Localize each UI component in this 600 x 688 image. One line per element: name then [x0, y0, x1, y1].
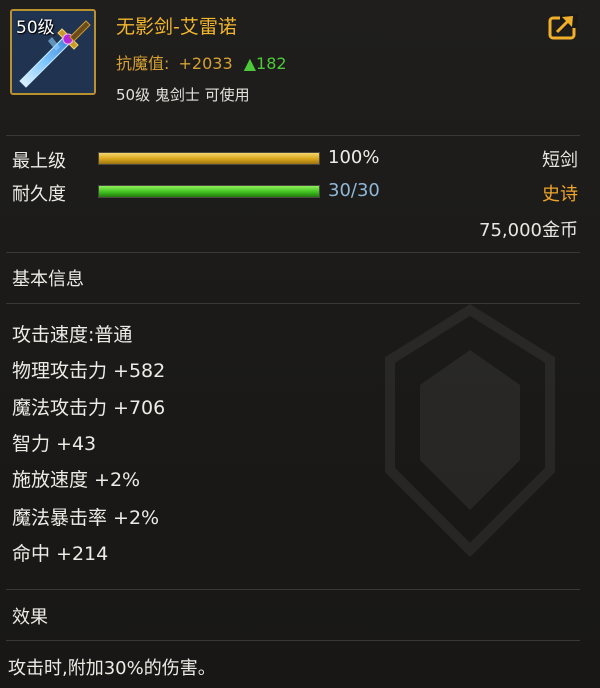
stat-hit-rate: 命中 +214 — [12, 543, 109, 565]
stat-intelligence: 智力 +43 — [12, 433, 97, 455]
divider-stats — [6, 303, 580, 304]
divider-basic — [6, 252, 580, 253]
item-name: 无影剑-艾雷诺 — [116, 16, 237, 38]
item-tooltip-panel: 50级 无影剑-艾雷诺 抗魔值: +2033 ▲182 50级 鬼剑士 可使用 … — [0, 0, 600, 688]
stat-magic-attack: 魔法攻击力 +706 — [12, 397, 166, 419]
divider-top — [6, 135, 580, 136]
magic-resist-value: +2033 — [178, 54, 233, 73]
item-icon-frame[interactable]: 50级 — [10, 9, 96, 95]
stat-magic-crit: 魔法暴击率 +2% — [12, 507, 160, 529]
stat-attack-speed: 攻击速度:普通 — [12, 324, 133, 346]
durability-label: 耐久度 — [12, 184, 66, 205]
stat-cast-speed: 施放速度 +2% — [12, 469, 141, 491]
effect-description: 攻击时,附加30%的伤害。 — [8, 658, 216, 679]
basic-info-title: 基本信息 — [12, 269, 84, 290]
magic-resist-delta: ▲182 — [243, 54, 287, 73]
durability-value: 30/30 — [328, 180, 380, 201]
effect-title: 效果 — [12, 607, 48, 628]
grade-label: 最上级 — [12, 151, 66, 172]
grade-bar — [98, 152, 320, 165]
grade-value: 100% — [328, 147, 380, 168]
divider-effect — [6, 589, 580, 590]
share-icon[interactable] — [548, 14, 578, 40]
item-level-badge: 50级 — [16, 18, 55, 38]
item-requirement: 50级 鬼剑士 可使用 — [116, 86, 250, 104]
grade-bar-fill — [99, 153, 319, 164]
watermark-emblem — [385, 304, 555, 558]
stat-physical-attack: 物理攻击力 +582 — [12, 360, 166, 382]
magic-resist-row: 抗魔值: +2033 ▲182 — [116, 50, 287, 74]
weapon-type: 短剑 — [542, 150, 578, 171]
item-price: 75,000金币 — [479, 220, 578, 241]
durability-bar-fill — [99, 186, 319, 197]
divider-effect-body — [6, 640, 580, 641]
item-rarity: 史诗 — [542, 184, 578, 205]
durability-bar — [98, 185, 320, 198]
magic-resist-label: 抗魔值: — [116, 54, 170, 73]
